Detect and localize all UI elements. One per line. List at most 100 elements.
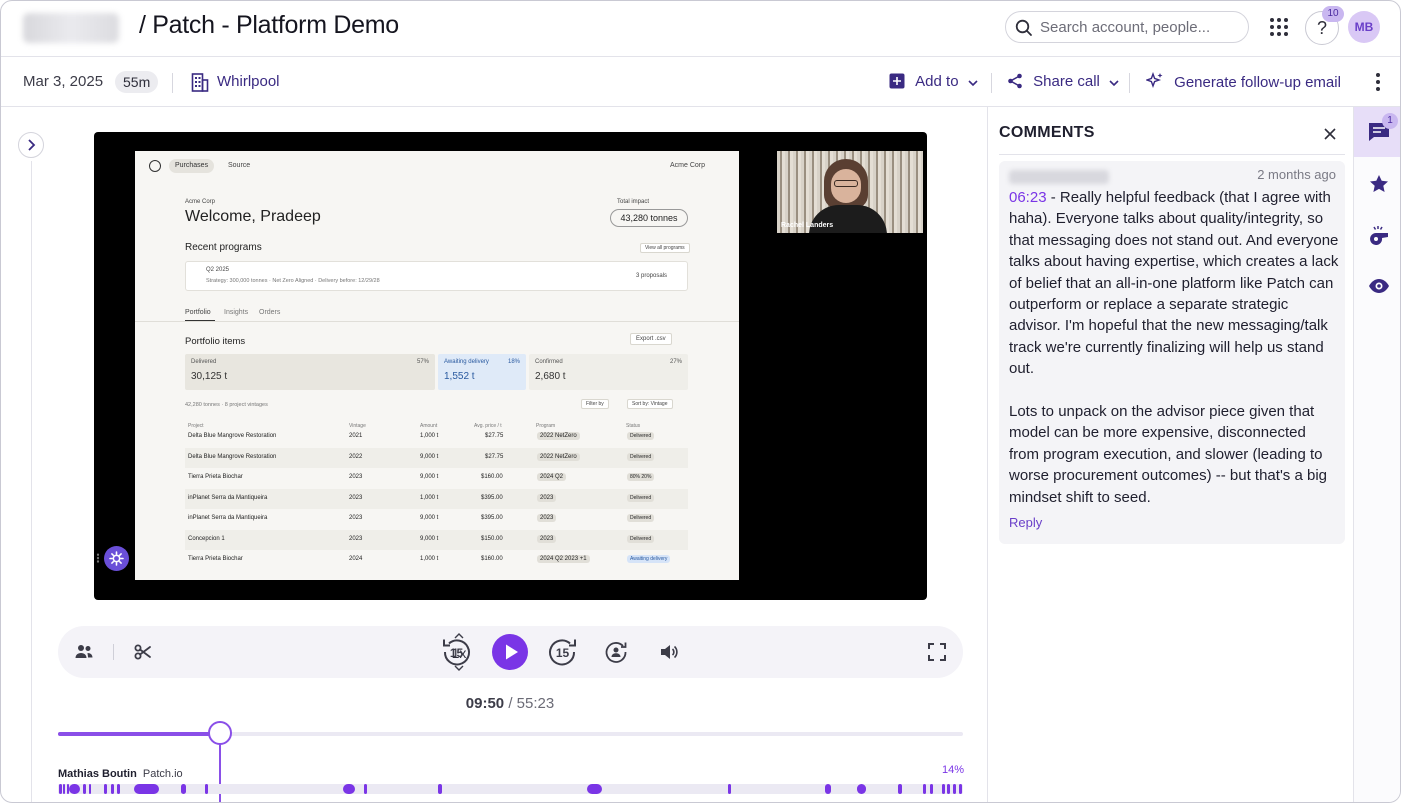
replay-speaker-icon[interactable]	[604, 640, 628, 664]
speaker-talk-percent: 14%	[942, 764, 965, 776]
comments-tab[interactable]: 1	[1354, 107, 1400, 157]
time-separator: /	[504, 695, 517, 712]
speaker-segment[interactable]	[134, 784, 159, 794]
cell-status: Delivered	[627, 514, 655, 522]
current-time: 09:50	[465, 695, 505, 712]
speaker-segment[interactable]	[923, 784, 926, 794]
participant-name: Rachel Landers	[781, 222, 834, 229]
speaker-segment[interactable]	[343, 784, 355, 794]
cell-price: $27.75	[485, 433, 504, 439]
cell-program: 2023	[537, 535, 557, 543]
stat-value: 2,680 t	[535, 371, 566, 382]
cell-vintage: 2022	[349, 454, 363, 460]
star-icon[interactable]	[1369, 174, 1389, 194]
volume-icon[interactable]	[659, 642, 679, 662]
speaker-segment[interactable]	[953, 784, 956, 794]
speaker-segment[interactable]	[959, 784, 962, 794]
table-row: Delta Blue Mangrove Restoration 2022 9,0…	[185, 448, 688, 468]
cell-amount: 1,000 t	[420, 556, 439, 562]
stat-label: Awaiting delivery	[444, 359, 489, 365]
drag-handle-icon[interactable]	[96, 553, 100, 563]
participants-icon[interactable]	[74, 642, 94, 662]
speaker-segment[interactable]	[825, 784, 831, 794]
cell-program: 2023	[537, 494, 557, 502]
search-input[interactable]	[1040, 16, 1240, 38]
screen-view-all: View all programs	[640, 243, 690, 253]
page-title: / Patch - Platform Demo	[139, 11, 399, 39]
speaker-segment[interactable]	[83, 784, 86, 794]
screen-tab-insights: Insights	[224, 309, 249, 316]
chevron-down-icon	[968, 80, 978, 87]
participant-camera: Rachel Landers	[777, 151, 923, 233]
assistant-button[interactable]	[104, 546, 129, 571]
apps-grid-icon[interactable]	[1269, 17, 1289, 37]
stat-pct: 57%	[416, 359, 429, 365]
cell-vintage: 2023	[349, 536, 363, 542]
speaker-segment[interactable]	[930, 784, 933, 794]
cell-program: 2022 NetZero	[537, 432, 580, 440]
speaker-segment[interactable]	[364, 784, 367, 794]
generate-followup-button[interactable]: Generate follow-up email	[1144, 71, 1341, 92]
share-call-label: Share call	[1033, 73, 1100, 90]
stat-pct: 18%	[507, 359, 520, 365]
cell-program: 2024 Q2 2023 +1	[537, 555, 590, 563]
total-time: 55:23	[516, 695, 555, 712]
video-player[interactable]: Purchases Source Acme Corp Acme Corp Wel…	[94, 132, 927, 600]
table-row: Tierra Prieta Biochar 2024 1,000 t $160.…	[185, 550, 688, 570]
company-link[interactable]: Whirlpool	[217, 73, 280, 90]
speaker-segment[interactable]	[89, 784, 91, 794]
speaker-segment[interactable]	[117, 784, 120, 794]
call-date: Mar 3, 2025	[23, 73, 104, 90]
fullscreen-icon[interactable]	[928, 643, 946, 661]
cell-status: Delivered	[627, 494, 655, 502]
speaker-segment[interactable]	[63, 784, 65, 794]
speaker-segment[interactable]	[104, 784, 107, 794]
screen-stat-delivered: Delivered 57% 30,125 t	[185, 354, 435, 390]
expand-sidebar-button[interactable]	[18, 132, 44, 158]
speaker-segment[interactable]	[898, 784, 902, 794]
gear-icon	[109, 551, 124, 566]
speaker-segment[interactable]	[857, 784, 866, 794]
comment-timestamp-link[interactable]: 06:23	[1009, 189, 1047, 206]
search-box[interactable]	[1005, 11, 1249, 43]
scissors-icon[interactable]	[133, 642, 153, 662]
comment-text: Lots to unpack on the advisor piece give…	[1009, 403, 1328, 506]
speaker-segment[interactable]	[205, 784, 208, 794]
more-options-icon[interactable]	[1371, 71, 1385, 93]
eye-icon[interactable]	[1368, 278, 1390, 294]
speaker-segment[interactable]	[942, 784, 945, 794]
play-icon	[506, 644, 518, 660]
blurred-workspace-logo[interactable]	[23, 13, 119, 43]
playhead-handle[interactable]	[208, 721, 232, 745]
share-call-button[interactable]: Share call	[1007, 72, 1120, 92]
generate-followup-label: Generate follow-up email	[1174, 74, 1341, 91]
call-duration-badge: 55m	[115, 71, 159, 93]
comment-body: 06:23 - Really helpful feedback (that I …	[1009, 187, 1339, 529]
speaker-segment[interactable]	[438, 784, 442, 794]
close-icon[interactable]	[1322, 126, 1338, 142]
cell-status: Delivered	[627, 453, 655, 461]
whistle-icon[interactable]	[1368, 225, 1390, 245]
reply-button[interactable]: Reply	[1009, 515, 1042, 530]
speaker-segment[interactable]	[111, 784, 114, 794]
user-avatar[interactable]: MB	[1348, 11, 1380, 43]
skip-forward-icon[interactable]: 15	[547, 636, 579, 668]
speaker-segment[interactable]	[587, 784, 602, 794]
skip-back-icon[interactable]: 15	[440, 636, 472, 668]
speaker-segment[interactable]	[181, 784, 186, 794]
progress-fill	[58, 732, 219, 736]
cell-vintage: 2023	[349, 474, 363, 480]
speaker-segment[interactable]	[59, 784, 62, 794]
play-button[interactable]	[492, 634, 528, 670]
speaker-segment[interactable]	[947, 784, 950, 794]
screen-recent-programs: Recent programs	[185, 242, 262, 253]
speaker-segment[interactable]	[728, 784, 731, 794]
cell-amount: 1,000 t	[420, 495, 439, 501]
stat-value: 1,552 t	[444, 371, 475, 382]
building-icon	[191, 73, 209, 92]
add-to-button[interactable]: Add to	[889, 72, 979, 92]
playback-time: 09:50 / 55:23	[1, 695, 1019, 712]
comment-author-blurred	[1009, 170, 1109, 184]
speaker-segment[interactable]	[69, 784, 80, 794]
screen-program-details: Strategy: 300,000 tonnes · Net Zero Alig…	[206, 278, 380, 284]
